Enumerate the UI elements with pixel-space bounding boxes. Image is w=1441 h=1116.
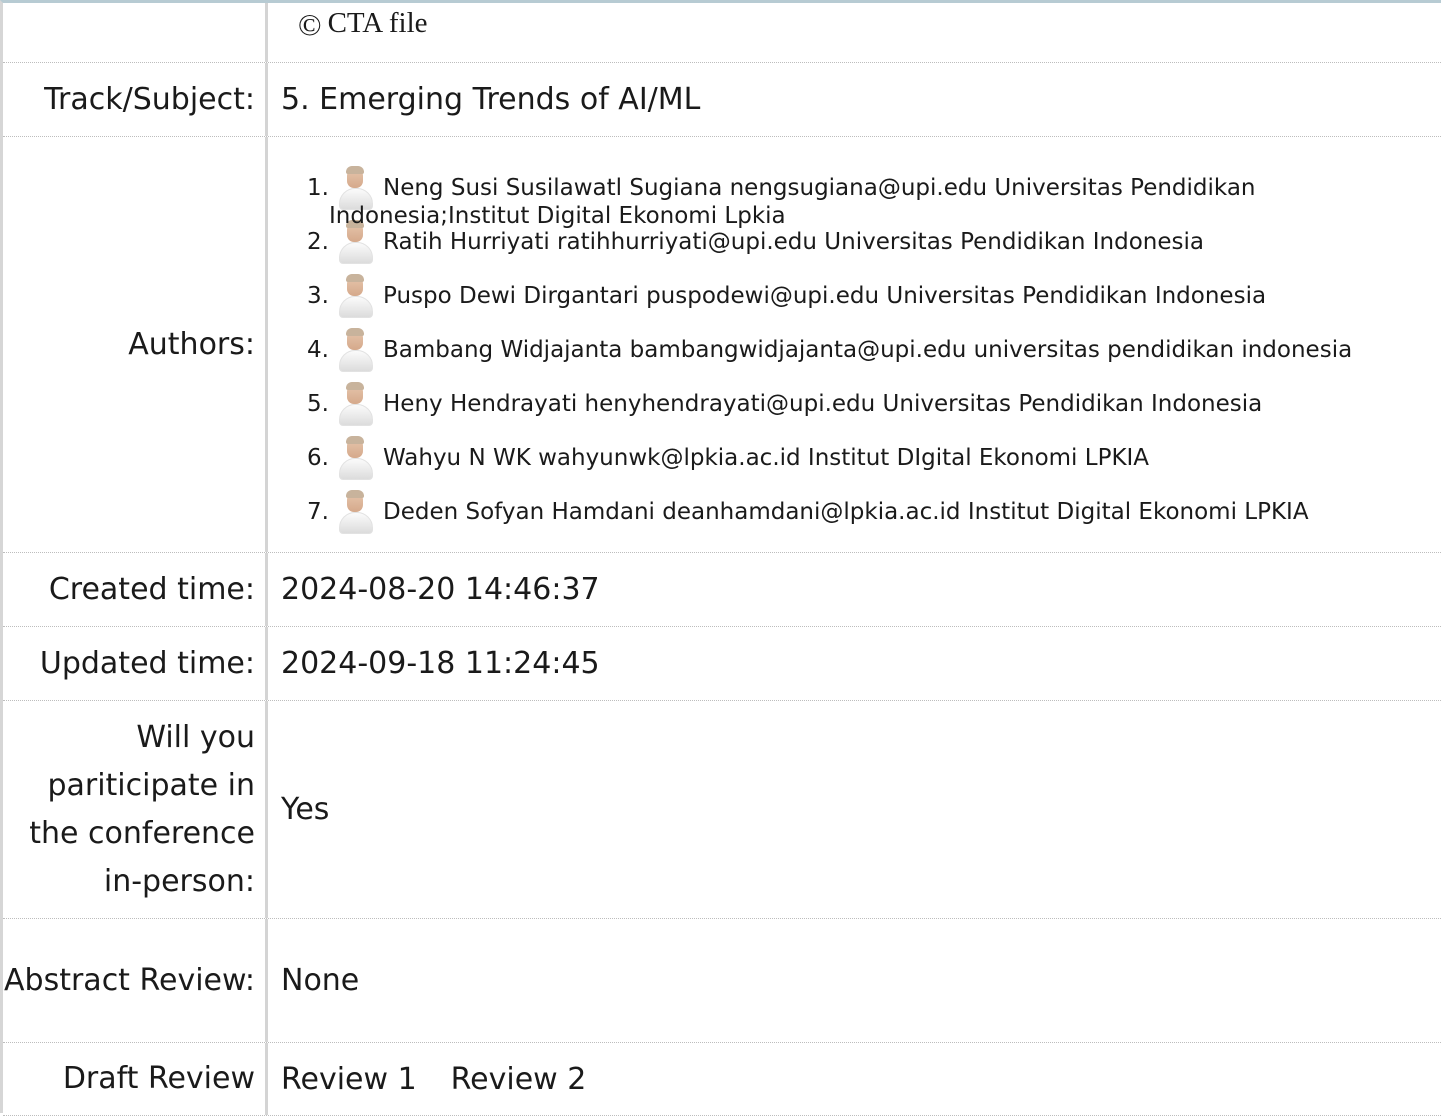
updated-row: Updated time: 2024-09-18 11:24:45: [3, 627, 1441, 701]
inperson-value: Yes: [281, 792, 330, 827]
authors-label: Authors:: [128, 326, 255, 362]
abstract-value: None: [281, 963, 360, 998]
column-separator: [265, 3, 268, 62]
author-affiliation-overflow: Indonesia;Institut Digital Ekonomi Lpkia: [329, 203, 786, 229]
author-info: Bambang Widjajanta bambangwidjajanta@upi…: [383, 337, 1353, 363]
created-label: Created time:: [48, 571, 255, 607]
avatar-icon: [335, 436, 375, 480]
author-number: 2.: [307, 229, 329, 255]
author-info: Deden Sofyan Hamdani deanhamdani@lpkia.a…: [383, 499, 1309, 525]
draft-label: Draft Review: [62, 1061, 255, 1096]
updated-label: Updated time:: [39, 645, 255, 681]
avatar-icon: [335, 274, 375, 318]
author-number: 1.: [307, 175, 329, 201]
author-info: Ratih Hurriyati ratihhurriyati@upi.edu U…: [383, 229, 1204, 255]
column-separator: [265, 137, 268, 552]
list-item: 7. Deden Sofyan Hamdani deanhamdani@lpki…: [299, 485, 1441, 539]
author-info: Heny Hendrayati henyhendrayati@upi.edu U…: [383, 391, 1263, 417]
cta-row: © CTA file: [3, 3, 1441, 63]
avatar-icon: [335, 382, 375, 426]
list-item: 5. Heny Hendrayati henyhendrayati@upi.ed…: [299, 377, 1441, 431]
inperson-row: Will you pariticipate in the conference …: [3, 701, 1441, 919]
draft-value: Review 1 Review 2: [281, 1043, 1441, 1115]
track-row: Track/Subject: 5. Emerging Trends of AI/…: [3, 63, 1441, 137]
cta-file-link[interactable]: © CTA file: [298, 3, 1441, 62]
author-info: Puspo Dewi Dirgantari puspodewi@upi.edu …: [383, 283, 1267, 309]
copyright-icon: ©: [298, 7, 322, 42]
column-separator: [265, 627, 268, 700]
track-label: Track/Subject:: [44, 81, 255, 117]
avatar-icon: [335, 328, 375, 372]
authors-row: Authors: 1. Neng Susi Susilawatl Sugiana…: [3, 137, 1441, 553]
list-item: 3. Puspo Dewi Dirgantari puspodewi@upi.e…: [299, 269, 1441, 323]
column-separator: [265, 63, 268, 136]
created-value: 2024-08-20 14:46:37: [281, 572, 600, 607]
author-number: 5.: [307, 391, 329, 417]
author-info: Neng Susi Susilawatl Sugiana nengsugiana…: [383, 175, 1256, 201]
updated-value: 2024-09-18 11:24:45: [281, 646, 600, 681]
review-2-link[interactable]: Review 2: [451, 1062, 587, 1097]
draft-row: Draft Review Review 1 Review 2: [3, 1043, 1441, 1116]
review-1-link[interactable]: Review 1: [281, 1062, 417, 1097]
track-value: 5. Emerging Trends of AI/ML: [281, 82, 701, 117]
list-item: 4. Bambang Widjajanta bambangwidjajanta@…: [299, 323, 1441, 377]
created-row: Created time: 2024-08-20 14:46:37: [3, 553, 1441, 627]
list-item: 6. Wahyu N WK wahyunwk@lpkia.ac.id Insti…: [299, 431, 1441, 485]
inperson-label: Will you pariticipate in the conference …: [29, 719, 255, 899]
column-separator: [265, 919, 268, 1042]
column-separator: [265, 553, 268, 626]
cta-label: [3, 3, 265, 62]
author-number: 3.: [307, 283, 329, 309]
abstract-row: Abstract Review: None: [3, 919, 1441, 1043]
cta-file-text: CTA file: [327, 7, 428, 39]
column-separator: [265, 1043, 268, 1115]
avatar-icon: [335, 490, 375, 534]
author-info: Wahyu N WK wahyunwk@lpkia.ac.id Institut…: [383, 445, 1150, 471]
submission-details: © CTA file Track/Subject: 5. Emerging Tr…: [0, 0, 1441, 1116]
abstract-label: Abstract Review:: [4, 962, 255, 998]
author-number: 7.: [307, 499, 329, 525]
column-separator: [265, 701, 268, 918]
author-number: 4.: [307, 337, 329, 363]
author-number: 6.: [307, 445, 329, 471]
